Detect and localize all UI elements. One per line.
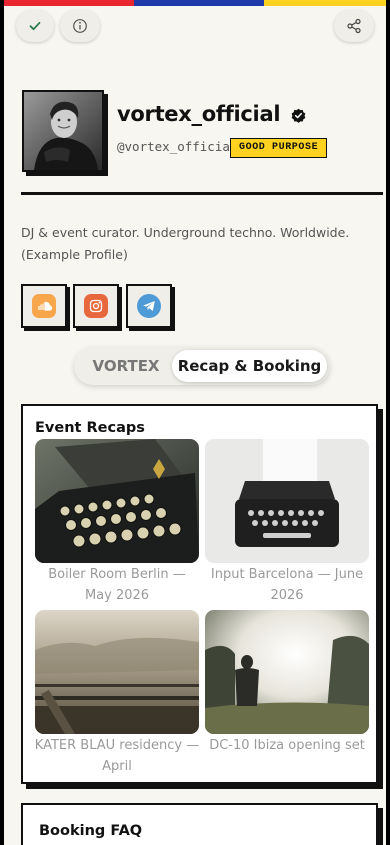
accent-stripe	[4, 0, 386, 6]
recap-image-4[interactable]	[205, 610, 369, 734]
share-button[interactable]	[334, 10, 374, 42]
section-title: Booking FAQ	[39, 823, 143, 839]
telegram-link[interactable]	[126, 284, 172, 328]
section-divider	[21, 192, 383, 195]
recap-caption-3: KATER BLAU residency — April	[34, 738, 200, 774]
recap-image-3[interactable]	[35, 610, 199, 734]
recap-image-2[interactable]	[205, 439, 369, 563]
avatar	[22, 90, 104, 172]
profile-name: vortex_official	[117, 102, 281, 126]
tab-recap-booking[interactable]: Recap & Booking	[172, 350, 327, 382]
instagram-icon	[84, 294, 108, 318]
verify-button[interactable]	[16, 10, 54, 42]
verified-badge-icon	[291, 108, 306, 127]
recap-caption-1: Boiler Room Berlin — May 2026	[48, 567, 186, 603]
section-title: Event Recaps	[35, 420, 145, 436]
instagram-link[interactable]	[73, 284, 119, 328]
event-recaps-card: Event Recaps Boiler Room Berlin — May 20…	[21, 404, 378, 784]
profile-tabs: VORTEX Recap & Booking	[74, 347, 330, 385]
info-button[interactable]	[60, 10, 100, 42]
share-icon	[346, 18, 362, 34]
booking-faq-card: Booking FAQ	[21, 803, 378, 845]
recap-caption-4: DC-10 Ibiza opening set	[209, 738, 365, 753]
recap-image-1[interactable]	[35, 439, 199, 563]
info-icon	[72, 18, 88, 34]
recap-caption-2: Input Barcelona — June 2026	[210, 567, 364, 603]
profile-page: vortex_official @vortex_official GOOD PU…	[0, 0, 390, 845]
telegram-icon	[137, 294, 161, 318]
soundcloud-link[interactable]	[21, 284, 67, 328]
check-icon	[28, 19, 42, 33]
profile-handle: @vortex_official	[117, 139, 238, 154]
profile-bio: DJ & event curator. Underground techno. …	[21, 225, 350, 262]
soundcloud-icon	[32, 294, 56, 318]
tab-vortex[interactable]: VORTEX	[80, 350, 172, 382]
purpose-badge: GOOD PURPOSE	[230, 138, 328, 158]
